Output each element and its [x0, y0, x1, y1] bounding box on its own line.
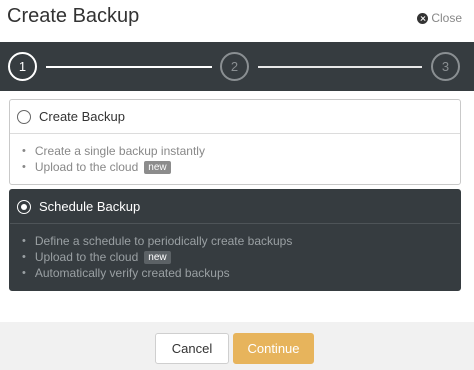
feature-item: Upload to the cloudnew [22, 159, 460, 175]
option-header[interactable]: Create Backup [10, 100, 460, 134]
dialog-footer: Cancel Continue [0, 322, 474, 370]
close-button[interactable]: Close [417, 11, 462, 25]
close-label: Close [431, 11, 462, 25]
dialog-header: Create Backup Close [0, 0, 474, 42]
feature-list: Create a single backup instantly Upload … [10, 134, 460, 175]
step-connector [46, 66, 212, 68]
dialog-title: Create Backup [7, 5, 140, 27]
feature-item: Automatically verify created backups [22, 265, 460, 281]
cancel-button[interactable]: Cancel [155, 333, 229, 364]
feature-item: Define a schedule to periodically create… [22, 233, 460, 249]
new-badge: new [144, 160, 171, 174]
continue-button[interactable]: Continue [233, 333, 314, 364]
feature-list: Define a schedule to periodically create… [10, 224, 460, 281]
feature-item: Upload to the cloudnew [22, 249, 460, 265]
new-badge: new [144, 250, 171, 264]
option-create-backup[interactable]: Create Backup Create a single backup ins… [9, 99, 461, 185]
radio-create-backup[interactable] [17, 109, 31, 124]
step-connector [258, 66, 422, 68]
option-label: Schedule Backup [39, 199, 141, 214]
radio-schedule-backup[interactable] [17, 199, 31, 214]
feature-item: Create a single backup instantly [22, 143, 460, 159]
option-schedule-backup[interactable]: Schedule Backup Define a schedule to per… [9, 189, 461, 291]
step-2[interactable]: 2 [220, 52, 249, 81]
option-label: Create Backup [39, 109, 125, 124]
stepper: 1 2 3 [0, 42, 474, 91]
step-3[interactable]: 3 [431, 52, 460, 81]
step-1[interactable]: 1 [8, 52, 37, 81]
close-icon [417, 12, 429, 24]
option-header[interactable]: Schedule Backup [10, 190, 460, 224]
